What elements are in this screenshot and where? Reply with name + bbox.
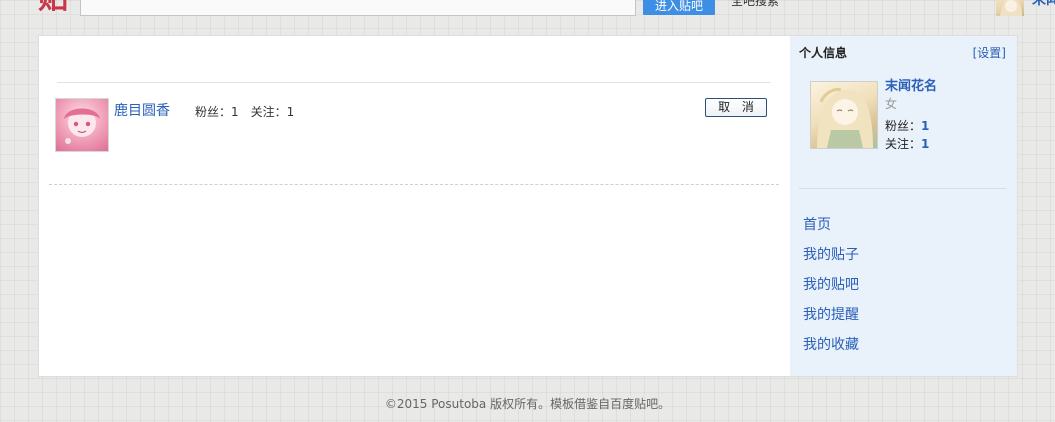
content-card: 鹿目圆香 粉丝：1关注：1 取 消 个人信息 [设置] 末闻花名 女 粉丝：1 bbox=[38, 35, 1018, 377]
follow-username[interactable]: 鹿目圆香 bbox=[114, 102, 170, 120]
sidebar-item-reminders[interactable]: 我的提醒 bbox=[803, 305, 859, 335]
profile-follow-count[interactable]: 1 bbox=[921, 137, 929, 151]
follow-count: 1 bbox=[286, 105, 295, 119]
divider bbox=[57, 82, 771, 83]
sidebar-nav: 首页 我的贴子 我的贴吧 我的提醒 我的收藏 bbox=[803, 215, 859, 365]
following-list: 鹿目圆香 粉丝：1 关注：1 取 消 bbox=[39, 36, 790, 376]
profile-fans: 粉丝：1 bbox=[885, 119, 929, 134]
sidebar-item-favorites[interactable]: 我的收藏 bbox=[803, 335, 859, 365]
sidebar-divider bbox=[799, 188, 1006, 189]
sidebar-item-home[interactable]: 首页 bbox=[803, 215, 859, 245]
follow-stats: 粉丝：1 关注：1 bbox=[195, 104, 294, 120]
sidebar-title: 个人信息 bbox=[799, 46, 848, 60]
search-input[interactable] bbox=[80, 0, 636, 16]
global-search-link[interactable]: 全吧搜索 bbox=[731, 0, 779, 8]
profile-gender: 女 bbox=[885, 97, 898, 111]
dashed-divider bbox=[49, 184, 779, 185]
profile-follow: 关注：1 bbox=[885, 137, 929, 152]
cancel-follow-button[interactable]: 取 消 bbox=[705, 98, 767, 117]
footer-copyright: ©2015 Posutoba 版权所有。模板借鉴自百度贴吧。 bbox=[384, 397, 671, 411]
user-avatar-image bbox=[1000, 0, 1022, 16]
profile-follow-label: 关注： bbox=[885, 137, 922, 151]
sidebar-item-my-bars[interactable]: 我的贴吧 bbox=[803, 275, 859, 305]
list-item: 鹿目圆香 粉丝：1 关注：1 取 消 bbox=[55, 98, 771, 152]
sidebar: 个人信息 [设置] 末闻花名 女 粉丝：1 关注：1 首页 我的贴子 我的贴吧 … bbox=[790, 36, 1017, 376]
tieba-logo[interactable]: 贴 bbox=[38, 0, 68, 14]
profile-avatar[interactable] bbox=[810, 81, 878, 149]
fans-label: 粉丝： bbox=[195, 105, 232, 119]
profile-avatar-image bbox=[817, 88, 873, 148]
settings-link[interactable]: [设置] bbox=[973, 45, 1006, 61]
top-navbar: 贴 进入贴吧 全吧搜索 末闻 bbox=[0, 0, 1055, 20]
top-username[interactable]: 末闻 bbox=[1032, 0, 1055, 8]
profile-name[interactable]: 末闻花名 bbox=[885, 78, 937, 95]
user-avatar[interactable] bbox=[996, 0, 1024, 16]
follow-avatar[interactable] bbox=[55, 98, 109, 152]
fans-count: 1 bbox=[231, 105, 239, 119]
profile-fans-count[interactable]: 1 bbox=[921, 119, 929, 133]
enter-tieba-button[interactable]: 进入贴吧 bbox=[643, 0, 715, 15]
profile-fans-label: 粉丝： bbox=[885, 119, 922, 133]
follow-avatar-image bbox=[64, 108, 100, 144]
follow-label: 关注： bbox=[250, 105, 287, 119]
sidebar-item-my-posts[interactable]: 我的贴子 bbox=[803, 245, 859, 275]
